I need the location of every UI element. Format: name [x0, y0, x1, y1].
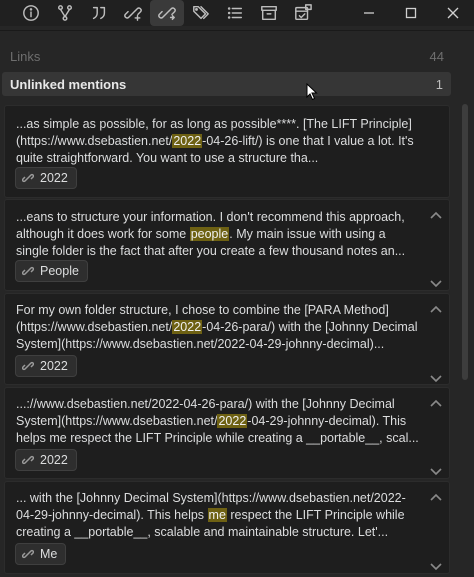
calendar-check-icon[interactable]: [286, 0, 320, 26]
search-result[interactable]: ...://www.dsebastien.net/2022-04-26-para…: [4, 387, 450, 479]
search-result[interactable]: ...as simple as possible, for as long as…: [4, 105, 450, 198]
search-result[interactable]: ...eans to structure your information. I…: [4, 199, 450, 291]
link-button-label: 2022: [40, 359, 68, 373]
match-highlight: people: [189, 227, 230, 241]
match-highlight: 2022: [172, 134, 203, 148]
archive-icon[interactable]: [252, 0, 286, 26]
link-icon: [22, 361, 34, 371]
chevron-up-icon[interactable]: [429, 489, 443, 501]
unlinked-mentions-count: 1: [435, 76, 443, 92]
unlinked-mentions-header[interactable]: Unlinked mentions 1: [2, 72, 451, 96]
info-icon[interactable]: [14, 0, 48, 26]
link-icon: [22, 549, 34, 559]
search-result[interactable]: ... with the [Johnny Decimal System](htt…: [4, 481, 450, 574]
list-icon[interactable]: [218, 0, 252, 26]
scrollbar-thumb[interactable]: [462, 104, 468, 380]
chevron-down-icon[interactable]: [429, 559, 443, 571]
result-snippet[interactable]: ...eans to structure your information. I…: [16, 209, 421, 260]
chevron-up-icon[interactable]: [429, 395, 443, 407]
minimize-icon[interactable]: [348, 0, 390, 26]
links-section-header[interactable]: Links 44: [0, 46, 460, 66]
link-icon: [22, 455, 34, 465]
new-link-icon[interactable]: [116, 0, 150, 26]
match-highlight: me: [207, 508, 227, 522]
chevron-up-icon[interactable]: [429, 301, 443, 313]
tags-icon[interactable]: [184, 0, 218, 26]
link-icon: [22, 266, 34, 276]
result-snippet[interactable]: For my own folder structure, I chose to …: [16, 302, 421, 353]
chevron-down-icon[interactable]: [429, 276, 443, 288]
link-button[interactable]: 2022: [15, 167, 77, 189]
link-icon: [22, 173, 34, 183]
chevron-down-icon[interactable]: [429, 371, 443, 383]
match-highlight: 2022: [172, 320, 203, 334]
link-button-label: 2022: [40, 171, 68, 185]
chevron-down-icon[interactable]: [429, 464, 443, 476]
close-icon[interactable]: [432, 0, 474, 26]
links-count: 44: [429, 48, 444, 64]
outgoing-links-icon[interactable]: [150, 0, 184, 26]
result-snippet[interactable]: ...as simple as possible, for as long as…: [16, 116, 421, 167]
link-button[interactable]: People: [15, 260, 88, 282]
links-label: Links: [10, 48, 41, 64]
toolbar-divider: [0, 30, 474, 31]
link-button[interactable]: Me: [15, 543, 67, 565]
unlinked-mentions-label: Unlinked mentions: [10, 76, 127, 92]
match-highlight: 2022: [217, 414, 248, 428]
search-result[interactable]: For my own folder structure, I chose to …: [4, 293, 450, 385]
link-button[interactable]: 2022: [15, 449, 77, 471]
maximize-icon[interactable]: [390, 0, 432, 26]
chevron-up-icon[interactable]: [429, 207, 443, 219]
result-snippet[interactable]: ...://www.dsebastien.net/2022-04-26-para…: [16, 396, 421, 447]
link-button-label: 2022: [40, 453, 68, 467]
window-controls: [348, 0, 474, 26]
link-button-label: People: [40, 264, 79, 278]
graph-branch-icon[interactable]: [48, 0, 82, 26]
quote-icon[interactable]: [82, 0, 116, 26]
result-snippet[interactable]: ... with the [Johnny Decimal System](htt…: [16, 490, 421, 541]
mouse-cursor-icon: [306, 83, 318, 101]
link-button[interactable]: 2022: [15, 355, 77, 377]
link-button-label: Me: [40, 547, 58, 561]
